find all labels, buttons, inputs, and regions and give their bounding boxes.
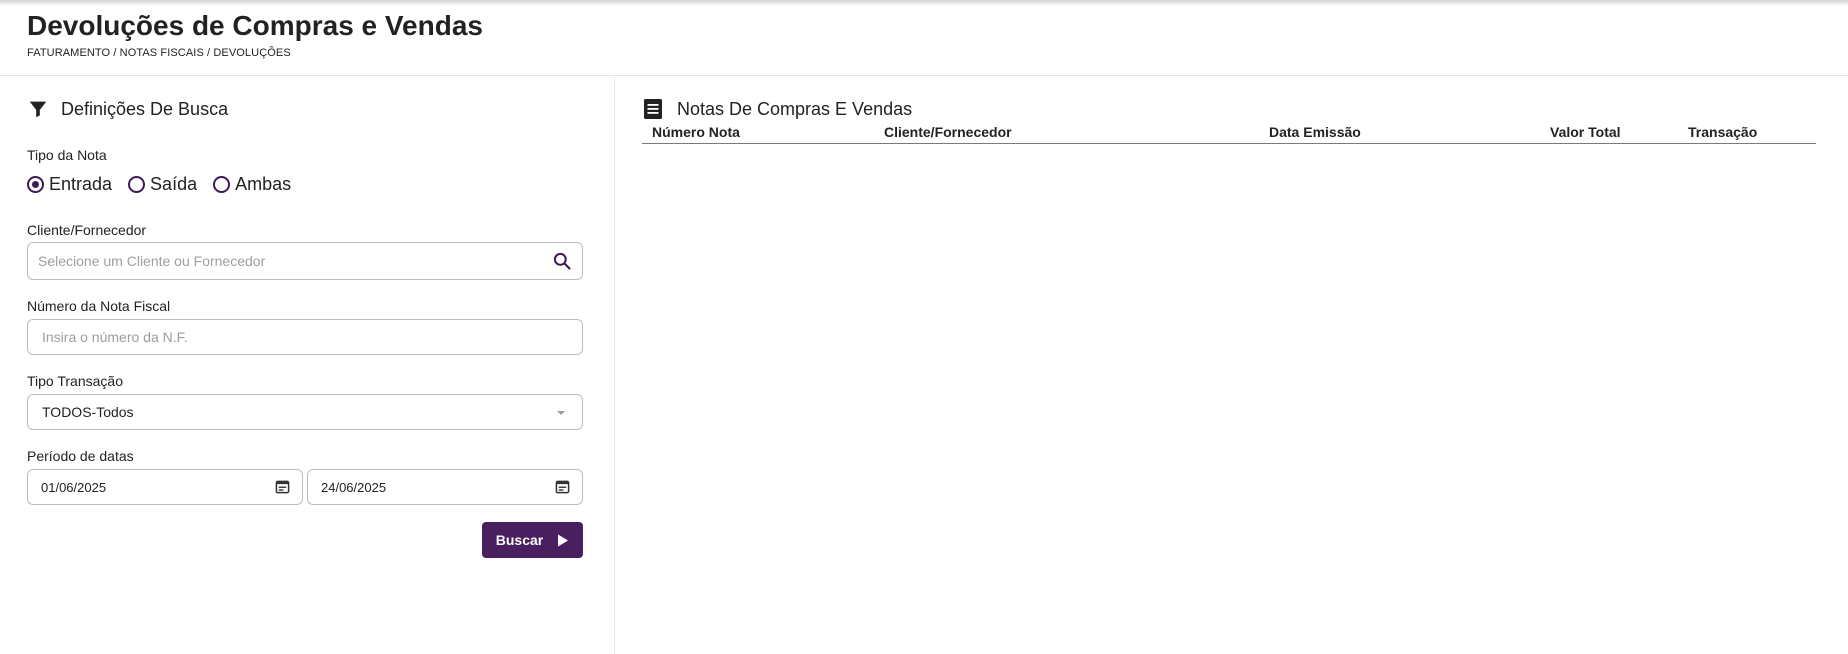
breadcrumb: FATURAMENTO / NOTAS FISCAIS / DEVOLUÇÕES: [27, 47, 291, 59]
results-table-header: Número Nota Cliente/Fornecedor Data Emis…: [642, 124, 1816, 144]
cliente-placeholder: Selecione um Cliente ou Fornecedor: [38, 253, 266, 269]
periodo-label: Período de datas: [27, 448, 134, 464]
results-section-title: Notas De Compras E Vendas: [643, 98, 912, 120]
col-transacao[interactable]: Transação: [1688, 124, 1757, 140]
filters-title-text: Definições De Busca: [61, 98, 229, 119]
calendar-icon[interactable]: [275, 479, 290, 494]
date-start-value: 01/06/2025: [41, 479, 107, 495]
tipo-nota-label: Tipo da Nota: [27, 147, 107, 163]
numero-nf-label: Número da Nota Fiscal: [27, 298, 171, 314]
radio-ambas[interactable]: Ambas: [213, 174, 291, 195]
col-valor-total[interactable]: Valor Total: [1550, 124, 1621, 140]
radio-checked-icon[interactable]: [27, 176, 44, 193]
col-data-emissao[interactable]: Data Emissão: [1269, 124, 1361, 140]
date-start-input[interactable]: 01/06/2025: [27, 469, 303, 505]
caret-down-icon[interactable]: [556, 410, 566, 416]
radio-saida-label: Saída: [150, 174, 198, 194]
radio-entrada-label: Entrada: [49, 174, 113, 194]
radio-entrada[interactable]: Entrada: [27, 174, 112, 195]
search-filters-panel: Definições De Busca Tipo da Nota Entrada…: [0, 77, 615, 654]
list-icon: [643, 98, 665, 120]
col-numero-nota[interactable]: Número Nota: [652, 124, 740, 140]
tipo-transacao-select[interactable]: TODOS-Todos: [27, 394, 583, 430]
numero-nf-input[interactable]: Insira o número da N.F.: [27, 319, 583, 355]
results-panel: Notas De Compras E Vendas Número Nota Cl…: [616, 77, 1848, 654]
calendar-icon[interactable]: [555, 479, 570, 494]
date-end-value: 24/06/2025: [321, 479, 387, 495]
filter-icon: [27, 98, 49, 120]
col-cliente-fornecedor[interactable]: Cliente/Fornecedor: [884, 124, 1012, 140]
tipo-transacao-label: Tipo Transação: [27, 373, 123, 389]
search-icon[interactable]: [552, 251, 572, 271]
filters-section-title: Definições De Busca: [27, 98, 228, 120]
radio-ambas-label: Ambas: [235, 174, 292, 194]
search-button[interactable]: Buscar: [482, 522, 583, 558]
cliente-label: Cliente/Fornecedor: [27, 222, 147, 238]
radio-unchecked-icon[interactable]: [128, 176, 146, 193]
tipo-nota-radio-group: Entrada Saída Ambas: [27, 174, 307, 195]
results-title-text: Notas De Compras E Vendas: [677, 98, 913, 119]
search-button-label: Buscar: [495, 532, 544, 548]
page-title: Devoluções de Compras e Vendas: [27, 10, 483, 41]
radio-unchecked-icon[interactable]: [213, 176, 231, 193]
tipo-transacao-value: TODOS-Todos: [42, 404, 134, 420]
cliente-search-input[interactable]: Selecione um Cliente ou Fornecedor: [27, 242, 583, 280]
page-header: Devoluções de Compras e Vendas FATURAMEN…: [0, 0, 1848, 76]
date-end-input[interactable]: 24/06/2025: [307, 469, 583, 505]
numero-nf-placeholder: Insira o número da N.F.: [42, 329, 188, 345]
play-icon: [557, 534, 569, 547]
radio-saida[interactable]: Saída: [128, 174, 197, 195]
